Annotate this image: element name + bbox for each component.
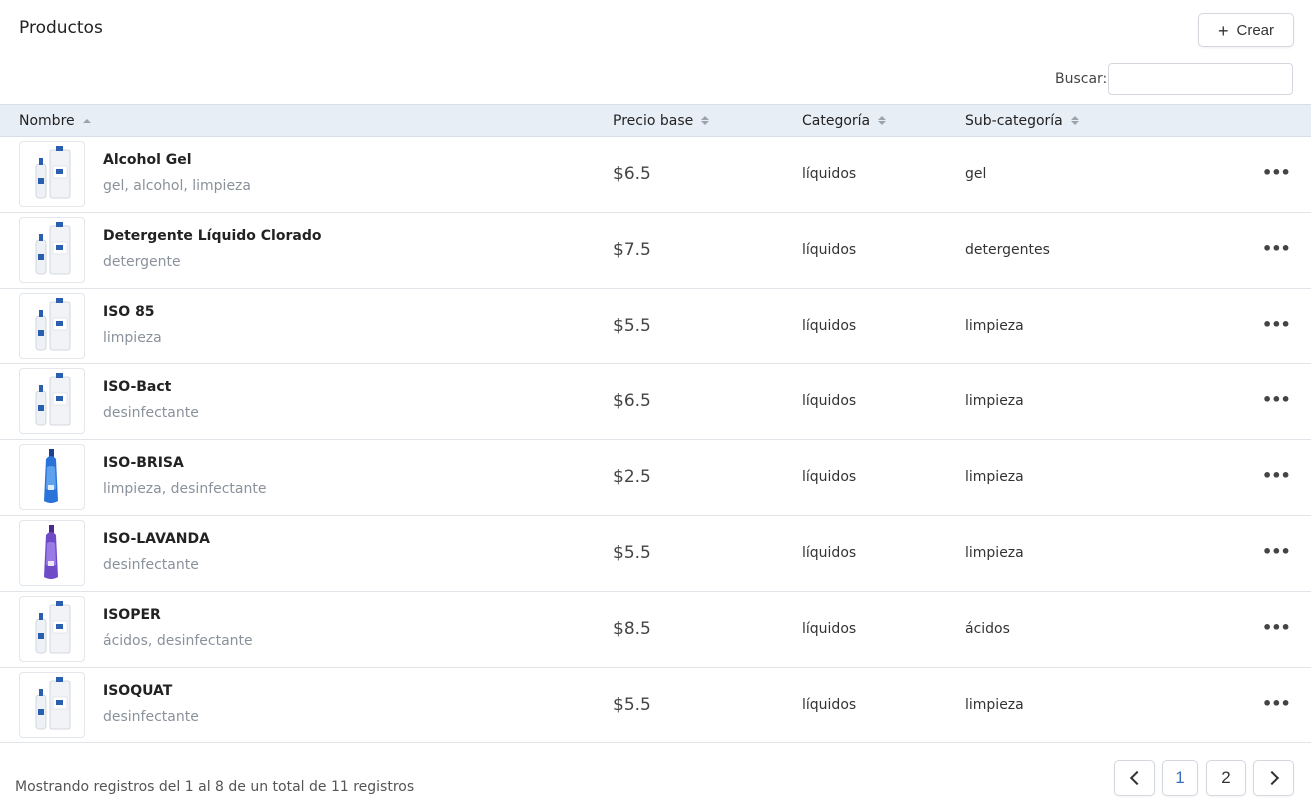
table-header: Nombre Precio base Categoría Sub-categor… bbox=[0, 104, 1311, 137]
search-area: Buscar: bbox=[1055, 63, 1294, 95]
product-price: $5.5 bbox=[613, 315, 651, 336]
product-tags: gel, alcohol, limpieza bbox=[103, 178, 251, 194]
product-name[interactable]: ISOQUAT bbox=[103, 683, 172, 699]
table-row[interactable]: Alcohol Gel gel, alcohol, limpieza $6.5 líq… bbox=[0, 137, 1311, 213]
sort-icon bbox=[1070, 116, 1079, 125]
product-subcategory: limpieza bbox=[965, 393, 1024, 410]
product-thumbnail bbox=[19, 368, 85, 435]
product-subcategory: detergentes bbox=[965, 241, 1050, 258]
table-row[interactable]: Detergente Líquido Clorado detergente $7.5… bbox=[0, 213, 1311, 289]
product-category: líquidos bbox=[802, 696, 857, 713]
product-name[interactable]: Alcohol Gel bbox=[103, 152, 192, 168]
product-name[interactable]: ISO-Bact bbox=[103, 379, 171, 395]
sort-icon bbox=[878, 116, 887, 125]
column-header-label: Categoría bbox=[802, 112, 871, 129]
product-thumbnail bbox=[19, 292, 85, 359]
column-header-label: Sub-categoría bbox=[965, 112, 1063, 129]
product-category: líquidos bbox=[802, 241, 857, 258]
more-horizontal-icon[interactable]: ••• bbox=[1262, 164, 1291, 182]
more-horizontal-icon[interactable]: ••• bbox=[1262, 391, 1291, 409]
chevron-right-icon bbox=[1264, 770, 1279, 786]
column-header-label: Nombre bbox=[19, 112, 75, 129]
more-horizontal-icon[interactable]: ••• bbox=[1262, 467, 1291, 485]
sort-icon bbox=[701, 116, 710, 125]
product-name[interactable]: ISO 85 bbox=[103, 304, 155, 320]
table-row[interactable]: ISOQUAT desinfectante $5.5 líquidos limpieza… bbox=[0, 668, 1311, 744]
product-category: líquidos bbox=[802, 469, 857, 486]
product-category: líquidos bbox=[802, 317, 857, 334]
product-thumbnail bbox=[19, 444, 85, 511]
product-name[interactable]: ISO-LAVANDA bbox=[103, 531, 210, 547]
product-subcategory: ácidos bbox=[965, 620, 1010, 637]
records-summary: Mostrando registros del 1 al 8 de un tot… bbox=[15, 779, 415, 795]
product-price: $7.5 bbox=[613, 239, 651, 260]
product-tags: desinfectante bbox=[103, 405, 199, 422]
more-horizontal-icon[interactable]: ••• bbox=[1262, 618, 1291, 637]
plus-icon: + bbox=[1217, 21, 1229, 41]
product-thumbnail bbox=[19, 216, 85, 283]
product-name[interactable]: ISOPER bbox=[103, 607, 161, 623]
search-label: Buscar: bbox=[1055, 71, 1108, 87]
pagination-next-button[interactable] bbox=[1253, 760, 1294, 796]
table-row[interactable]: ISO-BRISA limpieza, desinfectante $2.5 líqu… bbox=[0, 440, 1311, 516]
product-price: $8.5 bbox=[613, 618, 651, 639]
pagination-page-1[interactable]: 1 bbox=[1162, 760, 1198, 796]
product-thumbnail bbox=[19, 519, 85, 586]
product-tags: ácidos, desinfectante bbox=[103, 632, 253, 649]
product-tags: limpieza bbox=[103, 329, 162, 346]
product-category: líquidos bbox=[802, 620, 857, 637]
column-header-sub-categoria[interactable]: Sub-categoría bbox=[965, 105, 1079, 136]
product-category: líquidos bbox=[802, 544, 857, 561]
product-tags: detergente bbox=[103, 253, 181, 270]
product-price: $6.5 bbox=[613, 164, 651, 184]
product-price: $5.5 bbox=[613, 542, 651, 563]
column-header-categoria[interactable]: Categoría bbox=[802, 105, 887, 136]
product-thumbnail bbox=[19, 671, 85, 738]
more-horizontal-icon[interactable]: ••• bbox=[1262, 694, 1291, 713]
create-button[interactable]: + Crear bbox=[1198, 13, 1294, 47]
product-price: $6.5 bbox=[613, 391, 651, 412]
product-category: líquidos bbox=[802, 393, 857, 410]
product-name[interactable]: Detergente Líquido Clorado bbox=[103, 228, 321, 244]
more-horizontal-icon[interactable]: ••• bbox=[1262, 315, 1291, 334]
table-row[interactable]: ISO-Bact desinfectante $6.5 líquidos limpiez… bbox=[0, 364, 1311, 441]
product-subcategory: limpieza bbox=[965, 544, 1024, 561]
product-subcategory: limpieza bbox=[965, 696, 1024, 713]
create-button-label: Crear bbox=[1236, 21, 1275, 39]
product-name[interactable]: ISO-BRISA bbox=[103, 455, 184, 471]
column-header-nombre[interactable]: Nombre bbox=[19, 105, 91, 136]
product-category: líquidos bbox=[802, 166, 857, 182]
product-price: $2.5 bbox=[613, 467, 651, 488]
column-header-label: Precio base bbox=[613, 112, 694, 129]
product-tags: desinfectante bbox=[103, 708, 199, 725]
product-tags: desinfectante bbox=[103, 556, 199, 573]
product-subcategory: limpieza bbox=[965, 317, 1024, 334]
page-title: Productos bbox=[19, 18, 103, 38]
product-tags: limpieza, desinfectante bbox=[103, 481, 267, 498]
pagination-previous-button[interactable] bbox=[1114, 760, 1155, 796]
more-horizontal-icon[interactable]: ••• bbox=[1262, 542, 1291, 561]
product-price: $5.5 bbox=[613, 694, 651, 715]
more-horizontal-icon[interactable]: ••• bbox=[1262, 239, 1291, 258]
product-subcategory: gel bbox=[965, 166, 987, 182]
chevron-left-icon bbox=[1129, 770, 1144, 786]
table-row[interactable]: ISO-LAVANDA desinfectante $5.5 líquidos limp… bbox=[0, 516, 1311, 592]
column-header-precio-base[interactable]: Precio base bbox=[613, 105, 710, 136]
search-input[interactable] bbox=[1108, 63, 1294, 95]
table-row[interactable]: ISOPER ácidos, desinfectante $8.5 líquidos á… bbox=[0, 592, 1311, 668]
product-table-body: Alcohol Gel gel, alcohol, limpieza $6.5 líq… bbox=[0, 137, 1311, 744]
sort-asc-icon bbox=[82, 118, 91, 123]
pagination-page-2[interactable]: 2 bbox=[1206, 760, 1246, 796]
product-subcategory: limpieza bbox=[965, 469, 1024, 486]
product-thumbnail bbox=[19, 595, 85, 662]
product-thumbnail bbox=[19, 141, 85, 207]
table-row[interactable]: ISO 85 limpieza $5.5 líquidos limpieza ••• bbox=[0, 289, 1311, 365]
